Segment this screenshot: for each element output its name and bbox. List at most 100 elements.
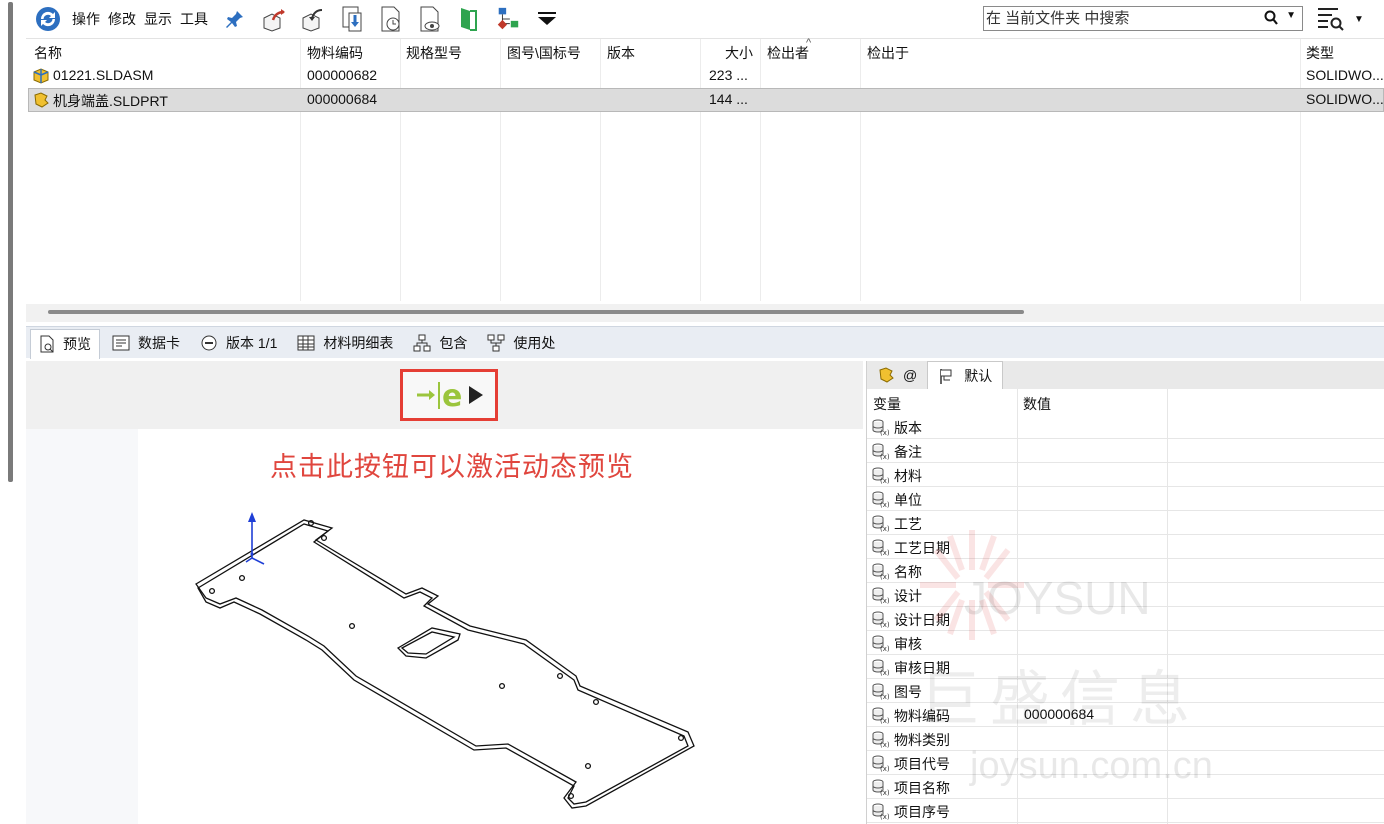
search-options-button[interactable]: ▼ [1316, 4, 1370, 34]
variable-icon: (x) [871, 562, 891, 583]
check-out-icon[interactable] [261, 5, 287, 33]
column-header-code[interactable]: 物料编码 [307, 43, 363, 63]
pin-icon[interactable] [222, 5, 248, 33]
property-row[interactable]: (x) 项目名称 [867, 775, 1384, 799]
property-row[interactable]: (x) 项目序号 [867, 799, 1384, 823]
property-row[interactable]: (x) 审核日期 [867, 655, 1384, 679]
column-header-variable[interactable]: 变量 [873, 394, 901, 414]
refresh-icon[interactable] [34, 5, 62, 33]
activate-dynamic-preview-button[interactable]: e [400, 369, 498, 421]
svg-text:(x): (x) [880, 645, 890, 652]
variable-icon: (x) [871, 442, 891, 463]
svg-text:(x): (x) [880, 453, 890, 460]
get-version-icon[interactable] [339, 5, 365, 33]
column-header-value[interactable]: 数值 [1023, 394, 1051, 414]
check-in-icon[interactable] [300, 5, 326, 33]
svg-text:(x): (x) [880, 789, 890, 796]
property-name: 项目序号 [894, 804, 950, 820]
property-row[interactable]: (x) 物料类别 [867, 727, 1384, 751]
property-row[interactable]: (x) 单位 [867, 487, 1384, 511]
column-header-spec[interactable]: 规格型号 [406, 43, 462, 63]
tab-config-default[interactable]: 默认 [927, 361, 1004, 389]
property-row[interactable]: (x) 项目代号 [867, 751, 1384, 775]
search-dropdown-icon[interactable]: ▼ [1286, 10, 1296, 21]
property-row[interactable]: (x) 备注 [867, 439, 1384, 463]
svg-text:(x): (x) [880, 765, 890, 772]
structure-icon[interactable] [495, 5, 521, 33]
svg-text:(x): (x) [880, 693, 890, 700]
file-type: SOLIDWO... [1306, 91, 1384, 107]
property-name: 项目代号 [894, 756, 950, 772]
file-list: 名称 物料编码 规格型号 图号\国标号 版本 大小 检出者 ^ 检出于 类型 0… [26, 37, 1384, 304]
column-header-checked-out-by[interactable]: 检出者 [767, 43, 809, 63]
tab-datacard[interactable]: 数据卡 [104, 329, 188, 357]
table-row[interactable]: 机身端盖.SLDPRT 000000684 144 ... SOLIDWO... [28, 88, 1384, 112]
column-header-type[interactable]: 类型 [1306, 43, 1334, 63]
tab-version[interactable]: 版本 1/1 [192, 329, 285, 357]
tab-bom[interactable]: 材料明细表 [289, 329, 401, 357]
property-row[interactable]: (x) 图号 [867, 679, 1384, 703]
tab-preview[interactable]: 预览 [30, 328, 100, 359]
property-name: 工艺日期 [894, 540, 950, 556]
preview-side-panel [26, 429, 138, 824]
property-row[interactable]: (x) 版本 [867, 415, 1384, 439]
variable-icon: (x) [871, 754, 891, 775]
workflow-icon[interactable] [456, 5, 482, 33]
left-scrollbar-thumb[interactable] [8, 2, 13, 482]
column-header-drawing-no[interactable]: 图号\国标号 [507, 43, 581, 63]
property-name: 设计 [894, 588, 922, 604]
preview-pane: e 点击此按钮可以激活动态预览 [26, 361, 863, 824]
menu-display[interactable]: 显示 [144, 9, 172, 29]
history-icon[interactable] [378, 5, 404, 33]
property-row[interactable]: (x) 名称 [867, 559, 1384, 583]
horizontal-scrollbar-thumb[interactable] [48, 310, 1024, 314]
property-name: 图号 [894, 684, 922, 700]
datacard-icon [112, 335, 130, 351]
part-drawing [195, 512, 695, 809]
svg-text:(x): (x) [880, 549, 890, 556]
property-row[interactable]: (x) 工艺 [867, 511, 1384, 535]
search-input[interactable] [984, 10, 1254, 27]
contains-tree-icon [413, 334, 431, 352]
search-box[interactable]: ▼ [983, 6, 1303, 31]
horizontal-scrollbar[interactable] [26, 304, 1384, 322]
view-file-icon[interactable] [417, 5, 443, 33]
menu-operate[interactable]: 操作 [72, 9, 100, 29]
property-row[interactable]: (x) 工艺日期 [867, 535, 1384, 559]
variable-icon: (x) [871, 730, 891, 751]
property-row[interactable]: (x) 材料 [867, 463, 1384, 487]
tab-config-at[interactable]: @ [867, 361, 927, 389]
left-scrollbar[interactable] [0, 0, 26, 824]
property-row[interactable]: (x) 设计 [867, 583, 1384, 607]
config-tabs: @ 默认 [867, 361, 1384, 389]
property-row[interactable]: (x) 物料编码 000000684 [867, 703, 1384, 727]
preview-toolbar: e [26, 361, 863, 429]
column-header-name[interactable]: 名称 [34, 43, 62, 63]
tab-where-used[interactable]: 使用处 [479, 329, 563, 357]
variable-icon: (x) [871, 490, 891, 511]
menu-modify[interactable]: 修改 [108, 9, 136, 29]
preview-icon [39, 335, 55, 353]
variable-icon: (x) [871, 658, 891, 679]
property-row[interactable]: (x) 设计日期 [867, 607, 1384, 631]
variable-icon: (x) [871, 802, 891, 823]
property-name: 工艺 [894, 516, 922, 532]
search-icon[interactable] [1264, 10, 1278, 29]
column-header-checked-out-at[interactable]: 检出于 [867, 43, 909, 63]
variable-icon: (x) [871, 778, 891, 799]
property-name: 设计日期 [894, 612, 950, 628]
property-row[interactable]: (x) 审核 [867, 631, 1384, 655]
variable-icon: (x) [871, 586, 891, 607]
table-row[interactable]: 01221.SLDASM 000000682 223 ... SOLIDWO..… [28, 64, 1384, 88]
variable-icon: (x) [871, 514, 891, 535]
property-value[interactable]: 000000684 [1024, 706, 1094, 722]
more-dropdown-icon[interactable] [534, 5, 560, 33]
menu-tools[interactable]: 工具 [180, 9, 208, 29]
tab-contains[interactable]: 包含 [405, 329, 475, 357]
svg-text:(x): (x) [880, 597, 890, 604]
file-size: 223 ... [709, 67, 748, 83]
axis-triad-icon [245, 512, 265, 565]
column-header-version[interactable]: 版本 [607, 43, 635, 63]
column-header-size[interactable]: 大小 [725, 43, 753, 63]
variable-icon: (x) [871, 706, 891, 727]
